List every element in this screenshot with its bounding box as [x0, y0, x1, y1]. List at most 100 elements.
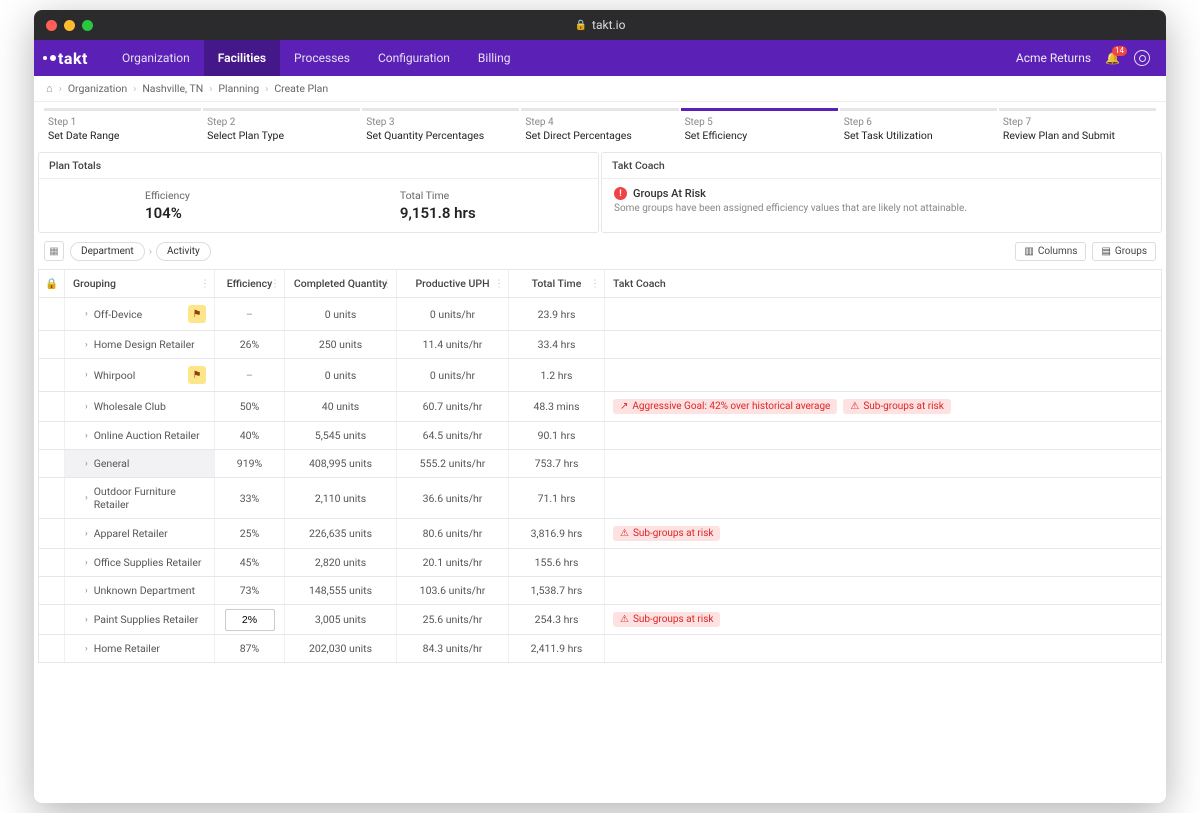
drag-handle-icon[interactable]: ⋮: [382, 278, 392, 289]
takt-coach-cell: ⚠Sub-groups at risk: [605, 605, 1161, 634]
window-controls[interactable]: [46, 20, 93, 31]
nav-item-billing[interactable]: Billing: [464, 40, 525, 76]
efficiency-cell[interactable]: 73%: [215, 577, 285, 604]
productive-uph-column-header[interactable]: Productive UPH ⋮: [397, 270, 509, 297]
grouping-cell[interactable]: ›Wholesale Club: [65, 392, 215, 421]
account-name[interactable]: Acme Returns: [1016, 51, 1091, 65]
takt-coach-column-header[interactable]: Takt Coach: [605, 270, 1161, 297]
expand-chevron-icon[interactable]: ›: [85, 493, 88, 503]
address-bar[interactable]: 🔒 takt.io: [575, 18, 626, 32]
expand-chevron-icon[interactable]: ›: [85, 615, 88, 625]
grouping-cell[interactable]: ›Unknown Department: [65, 577, 215, 604]
notifications-button[interactable]: 🔔 14: [1105, 51, 1120, 65]
completed-quantity-column-header[interactable]: Completed Quantity ⋮: [285, 270, 397, 297]
expand-chevron-icon[interactable]: ›: [85, 370, 88, 380]
sub-groups-risk-badge[interactable]: ⚠Sub-groups at risk: [613, 526, 720, 541]
expand-chevron-icon[interactable]: ›: [85, 431, 88, 441]
grouping-cell[interactable]: ›Paint Supplies Retailer: [65, 605, 215, 634]
drag-handle-icon[interactable]: ⋮: [200, 278, 210, 289]
expand-chevron-icon[interactable]: ›: [85, 459, 88, 469]
expand-chevron-icon[interactable]: ›: [85, 644, 88, 654]
total-time-column-header[interactable]: Total Time ⋮: [509, 270, 605, 297]
sub-groups-risk-badge[interactable]: ⚠Sub-groups at risk: [613, 612, 720, 627]
grouping-column-header[interactable]: Grouping ⋮: [65, 270, 215, 297]
drag-handle-icon[interactable]: ⋮: [590, 278, 600, 289]
table-row[interactable]: ›Outdoor Furniture Retailer33%2,110 unit…: [38, 478, 1162, 519]
nav-item-processes[interactable]: Processes: [280, 40, 364, 76]
efficiency-input[interactable]: [225, 609, 275, 631]
expand-chevron-icon[interactable]: ›: [85, 558, 88, 568]
home-icon[interactable]: ⌂: [46, 82, 53, 95]
row-lock-cell: [39, 450, 65, 477]
nav-item-configuration[interactable]: Configuration: [364, 40, 464, 76]
step-5[interactable]: Step 5Set Efficiency: [681, 108, 838, 152]
expand-chevron-icon[interactable]: ›: [85, 309, 88, 319]
table-row[interactable]: ›Office Supplies Retailer45%2,820 units2…: [38, 549, 1162, 577]
efficiency-cell[interactable]: [215, 605, 285, 634]
flag-icon[interactable]: ⚑: [188, 366, 206, 384]
grouping-cell[interactable]: ›Online Auction Retailer: [65, 422, 215, 449]
table-row[interactable]: ›Off-Device⚑–0 units0 units/hr23.9 hrs: [38, 298, 1162, 331]
efficiency-cell[interactable]: 26%: [215, 331, 285, 358]
group-pill-activity[interactable]: Activity: [156, 242, 211, 261]
step-7[interactable]: Step 7Review Plan and Submit: [999, 108, 1156, 152]
select-columns-icon[interactable]: ▦: [44, 241, 64, 261]
flag-icon[interactable]: ⚑: [188, 305, 206, 323]
lock-column-header[interactable]: 🔒: [39, 270, 65, 297]
expand-chevron-icon[interactable]: ›: [85, 402, 88, 412]
nav-item-facilities[interactable]: Facilities: [204, 40, 280, 76]
table-row[interactable]: ›Unknown Department73%148,555 units103.6…: [38, 577, 1162, 605]
drag-handle-icon[interactable]: ⋮: [494, 278, 504, 289]
table-row[interactable]: ›Home Retailer87%202,030 units84.3 units…: [38, 635, 1162, 663]
logo[interactable]: takt: [50, 49, 88, 68]
minimize-window-icon[interactable]: [64, 20, 75, 31]
efficiency-cell[interactable]: 919%: [215, 450, 285, 477]
step-2[interactable]: Step 2Select Plan Type: [203, 108, 360, 152]
grouping-cell[interactable]: ›Home Design Retailer: [65, 331, 215, 358]
step-6[interactable]: Step 6Set Task Utilization: [840, 108, 997, 152]
breadcrumb-item[interactable]: Planning: [218, 82, 259, 95]
expand-chevron-icon[interactable]: ›: [85, 586, 88, 596]
table-row[interactable]: ›Whirpool⚑–0 units0 units/hr1.2 hrs: [38, 359, 1162, 392]
grouping-cell[interactable]: ›Home Retailer: [65, 635, 215, 662]
close-window-icon[interactable]: [46, 20, 57, 31]
sub-groups-risk-badge[interactable]: ⚠Sub-groups at risk: [843, 399, 950, 414]
expand-chevron-icon[interactable]: ›: [85, 340, 88, 350]
grouping-cell[interactable]: ›Whirpool⚑: [65, 359, 215, 391]
table-row[interactable]: ›Wholesale Club50%40 units60.7 units/hr4…: [38, 392, 1162, 422]
group-pill-department[interactable]: Department: [70, 242, 145, 261]
grouping-cell[interactable]: ›Office Supplies Retailer: [65, 549, 215, 576]
efficiency-column-header[interactable]: Efficiency ⋮: [215, 270, 285, 297]
table-row[interactable]: ›Paint Supplies Retailer3,005 units25.6 …: [38, 605, 1162, 635]
grouping-cell[interactable]: ›General: [65, 450, 215, 477]
groups-button[interactable]: ▤ Groups: [1092, 242, 1156, 261]
table-row[interactable]: ›Online Auction Retailer40%5,545 units64…: [38, 422, 1162, 450]
efficiency-cell[interactable]: 45%: [215, 549, 285, 576]
efficiency-cell[interactable]: –: [215, 298, 285, 330]
breadcrumb-item[interactable]: Create Plan: [274, 82, 328, 95]
maximize-window-icon[interactable]: [82, 20, 93, 31]
table-row[interactable]: ›Apparel Retailer25%226,635 units80.6 un…: [38, 519, 1162, 549]
efficiency-cell[interactable]: 40%: [215, 422, 285, 449]
efficiency-cell[interactable]: 87%: [215, 635, 285, 662]
efficiency-cell[interactable]: 25%: [215, 519, 285, 548]
nav-item-organization[interactable]: Organization: [108, 40, 204, 76]
efficiency-cell[interactable]: 33%: [215, 478, 285, 518]
grouping-cell[interactable]: ›Off-Device⚑: [65, 298, 215, 330]
table-row[interactable]: ›General919%408,995 units555.2 units/hr7…: [38, 450, 1162, 478]
grouping-cell[interactable]: ›Outdoor Furniture Retailer: [65, 478, 215, 518]
step-3[interactable]: Step 3Set Quantity Percentages: [362, 108, 519, 152]
columns-button[interactable]: ▥ Columns: [1015, 242, 1086, 261]
efficiency-cell[interactable]: 50%: [215, 392, 285, 421]
efficiency-cell[interactable]: –: [215, 359, 285, 391]
step-4[interactable]: Step 4Set Direct Percentages: [521, 108, 678, 152]
step-1[interactable]: Step 1Set Date Range: [44, 108, 201, 152]
breadcrumb-item[interactable]: Nashville, TN: [142, 82, 203, 95]
grouping-cell[interactable]: ›Apparel Retailer: [65, 519, 215, 548]
avatar-icon[interactable]: [1134, 50, 1150, 66]
expand-chevron-icon[interactable]: ›: [85, 529, 88, 539]
aggressive-goal-badge[interactable]: ↗Aggressive Goal: 42% over historical av…: [613, 399, 837, 414]
table-row[interactable]: ›Home Design Retailer26%250 units11.4 un…: [38, 331, 1162, 359]
breadcrumb-item[interactable]: Organization: [68, 82, 127, 95]
drag-handle-icon[interactable]: ⋮: [270, 278, 280, 289]
